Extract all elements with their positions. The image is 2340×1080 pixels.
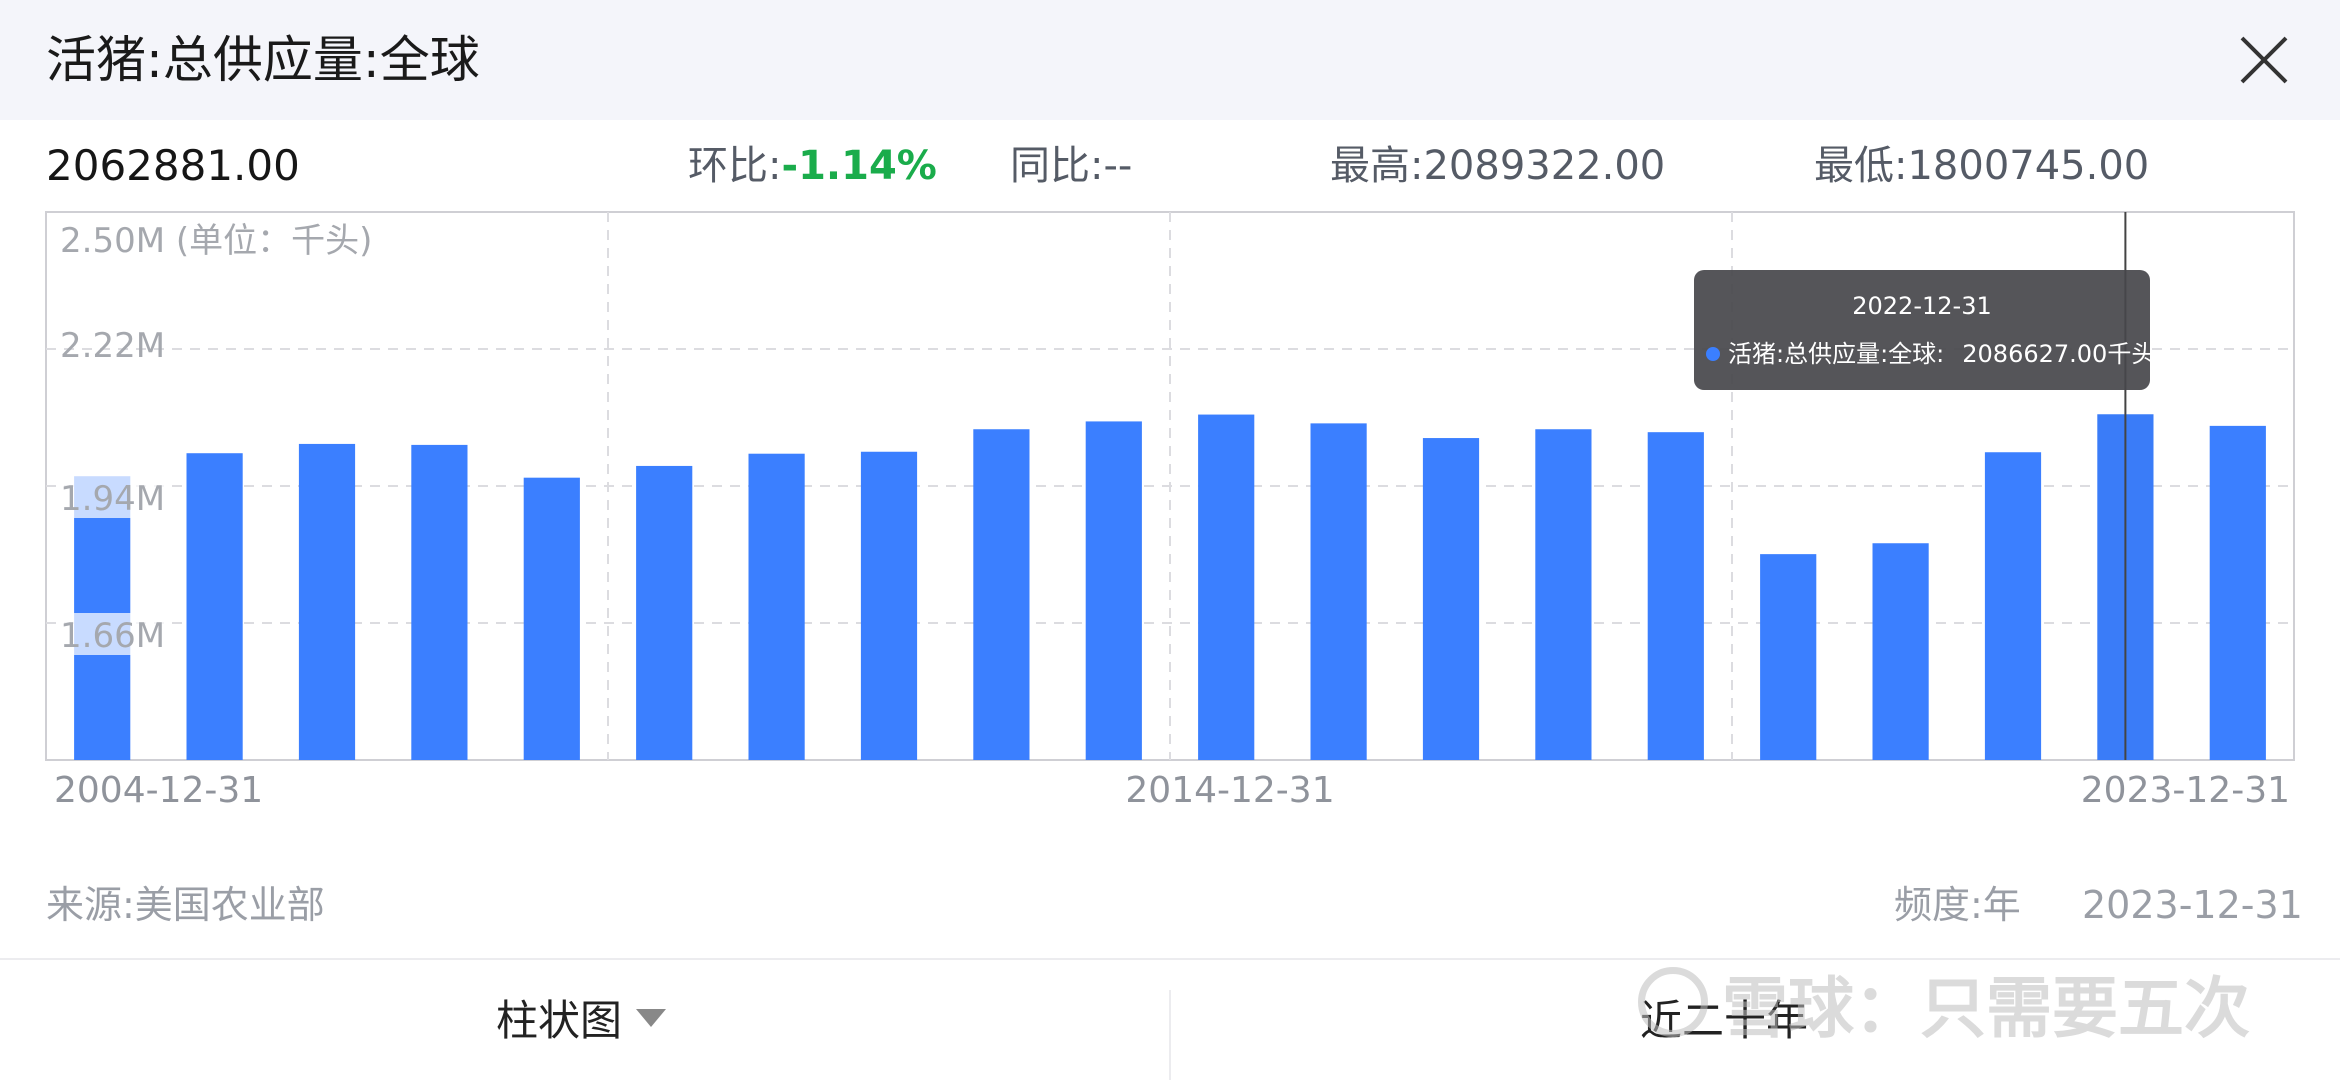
bar-2011-12-31[interactable] <box>860 451 918 760</box>
bottom-divider <box>0 958 2340 960</box>
footer-date: 2023-12-31 <box>2082 883 2303 927</box>
yoy-stat: 同比:-- <box>1010 143 1133 189</box>
tooltip-date: 2022-12-31 <box>1852 292 1992 320</box>
tooltip-value: 2086627.00千头 <box>1962 340 2156 368</box>
bar-2020-12-31[interactable] <box>1872 543 1929 760</box>
x-tick-label: 2023-12-31 <box>2081 770 2290 811</box>
dialog-header: 活猪:总供应量:全球 <box>0 0 2340 120</box>
bar-2010-12-31[interactable] <box>748 453 805 760</box>
watermark-text: 雪球：只需要五次 <box>1722 970 2250 1047</box>
bar-2017-12-31[interactable] <box>1535 429 1592 760</box>
bar-2012-12-31[interactable] <box>973 429 1030 760</box>
current-value: 2062881.00 <box>46 141 300 190</box>
tooltip-series: 活猪:总供应量:全球: <box>1728 340 1945 368</box>
bottom-vertical-divider <box>1169 990 1171 1080</box>
bar-2013-12-31[interactable] <box>1085 421 1142 760</box>
tooltip-row: 活猪:总供应量:全球: 2086627.00千头 <box>1706 338 2155 370</box>
bar-2018-12-31[interactable] <box>1647 432 1704 760</box>
hb-value: -1.14% <box>781 143 937 189</box>
x-tick-label: 2014-12-31 <box>1125 770 1334 811</box>
bar-2015-12-31[interactable] <box>1310 423 1367 760</box>
bar-2005-12-31[interactable] <box>186 453 243 760</box>
hb-stat: 环比:-1.14% <box>688 140 937 192</box>
snowball-logo-icon <box>1638 967 1708 1037</box>
chart-type-label: 柱状图 <box>496 996 623 1045</box>
watermark: 雪球：只需要五次 <box>1638 964 2250 1054</box>
frequency: 频度:年 <box>1894 883 2021 927</box>
bar-2019-12-31[interactable] <box>1760 554 1817 760</box>
low-stat: 最低:1800745.00 <box>1814 143 2150 189</box>
y-tick-label: 1.94M <box>60 479 165 519</box>
data-source: 来源:美国农业部 <box>46 883 325 927</box>
bar-2023-12-31[interactable] <box>2209 425 2266 760</box>
page-title: 活猪:总供应量:全球 <box>46 31 480 89</box>
bar-2021-12-31[interactable] <box>1984 452 2042 760</box>
y-tick-label: 2.22M <box>60 326 165 366</box>
bar-2007-12-31[interactable] <box>411 444 468 760</box>
unit-label: 2.50M (单位：千头) <box>60 221 372 261</box>
y-tick-label: 1.66M <box>60 616 165 656</box>
series-dot-icon <box>1706 347 1720 361</box>
bar-2016-12-31[interactable] <box>1422 438 1480 760</box>
bar-2009-12-31[interactable] <box>636 465 693 760</box>
chart-tooltip: 2022-12-31 活猪:总供应量:全球: 2086627.00千头 <box>1694 270 2155 390</box>
caret-down-icon <box>636 1009 667 1027</box>
high-stat: 最高:2089322.00 <box>1330 143 1666 189</box>
x-tick-label: 2004-12-31 <box>54 770 263 811</box>
chart-type-selector[interactable]: 柱状图 <box>496 993 667 1049</box>
bar-2006-12-31[interactable] <box>298 443 356 760</box>
close-icon[interactable] <box>2232 28 2296 92</box>
bar-2008-12-31[interactable] <box>523 477 580 760</box>
hb-label: 环比: <box>688 143 782 189</box>
bar-2014-12-31[interactable] <box>1198 414 1255 760</box>
